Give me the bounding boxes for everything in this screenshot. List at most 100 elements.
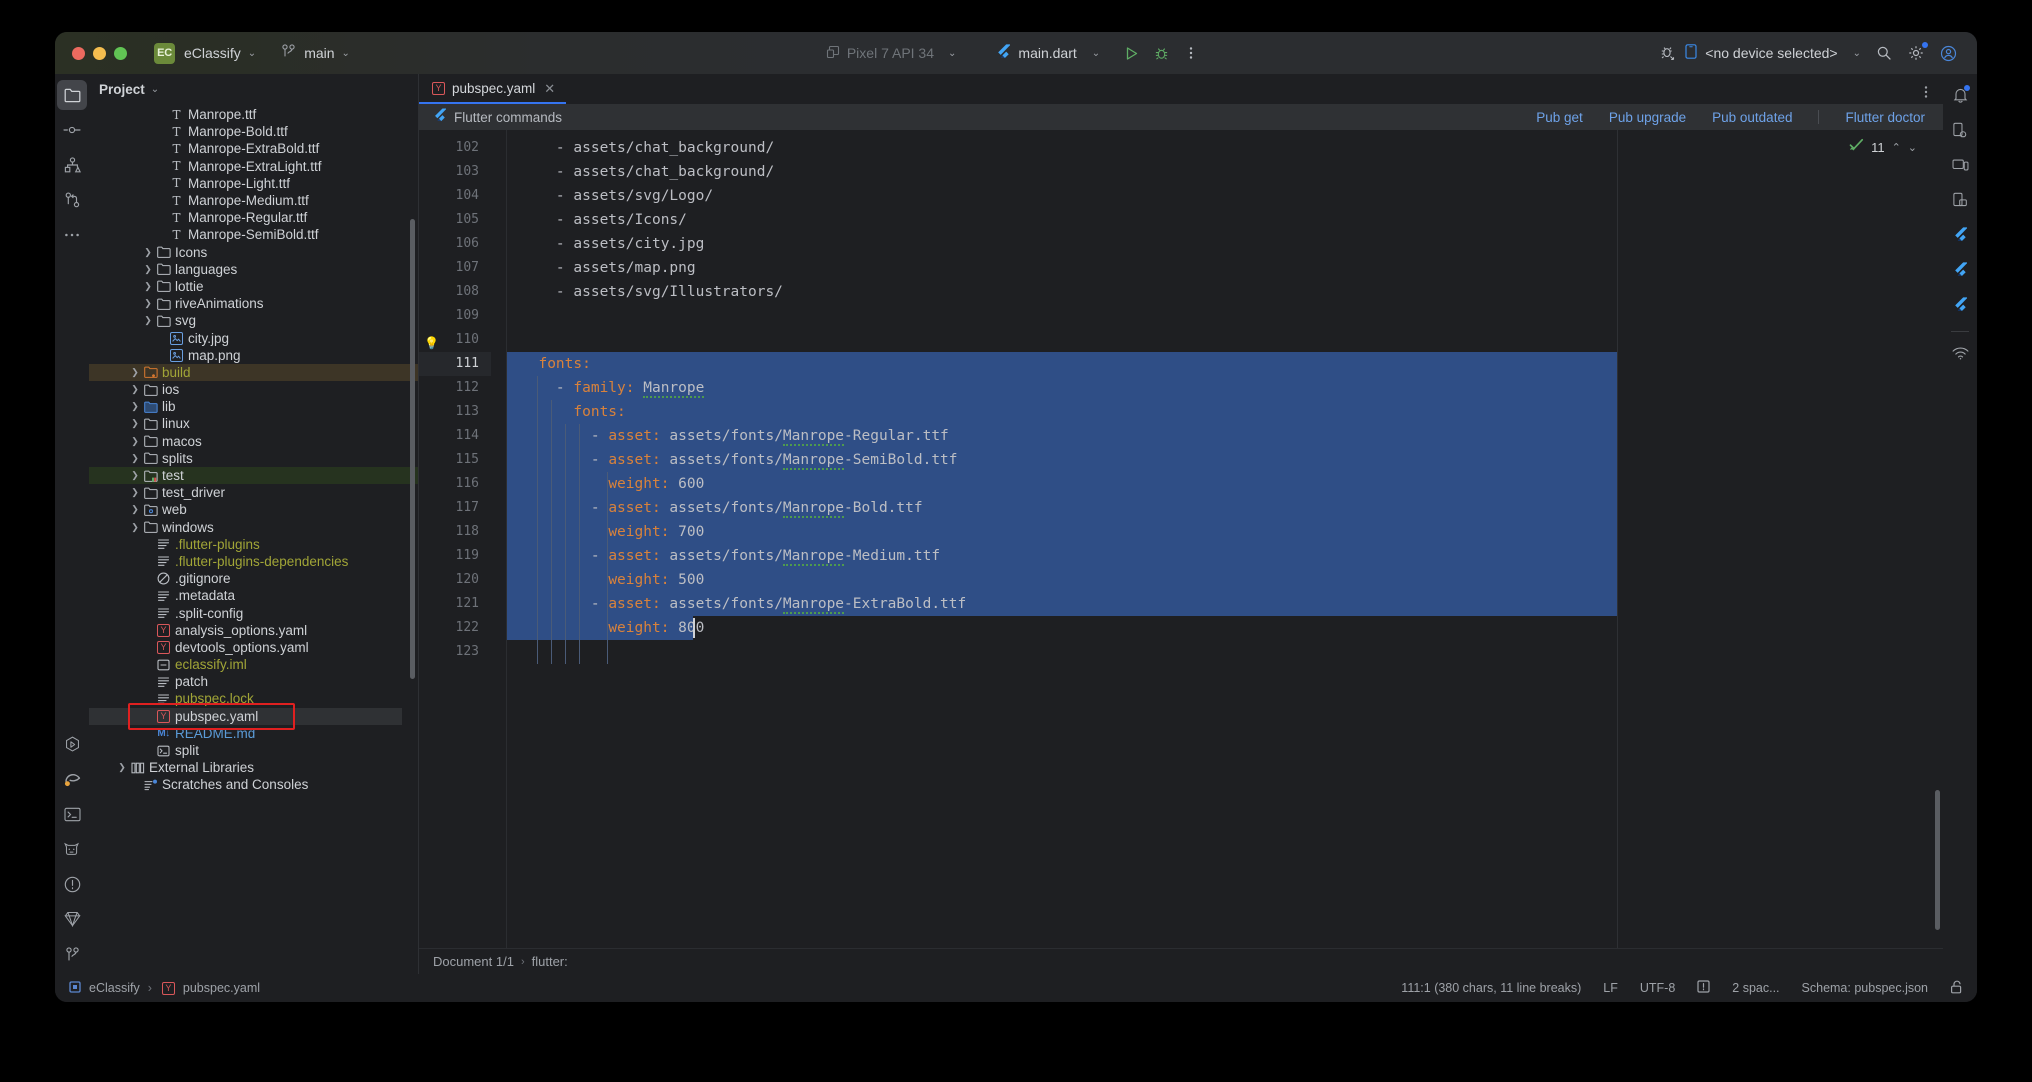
close-window-button[interactable] xyxy=(72,46,85,60)
line-number[interactable]: 119 xyxy=(419,544,491,568)
chevron-right-icon[interactable]: ❯ xyxy=(128,470,142,481)
sidebar-item-device-mirroring[interactable] xyxy=(1945,185,1975,215)
sidebar-item-pull-requests[interactable] xyxy=(57,185,87,215)
tree-item-external-libraries[interactable]: ❯ External Libraries xyxy=(89,759,418,776)
code-line[interactable]: - assets/svg/Illustrators/ xyxy=(507,280,1943,304)
code-line[interactable]: weight: 700 xyxy=(507,520,1943,544)
code-line[interactable]: - asset: assets/fonts/Manrope-Medium.ttf xyxy=(507,544,1943,568)
code-line[interactable]: - asset: assets/fonts/Manrope-SemiBold.t… xyxy=(507,448,1943,472)
code-line[interactable]: - assets/svg/Logo/ xyxy=(507,184,1943,208)
code-line[interactable]: - asset: assets/fonts/Manrope-Bold.ttf xyxy=(507,496,1943,520)
tree-item-analysis-options-yaml[interactable]: Yanalysis_options.yaml xyxy=(89,622,418,639)
chevron-up-icon[interactable]: ⌃ xyxy=(1892,141,1901,154)
editor-vertical-scrollbar[interactable] xyxy=(1935,790,1940,930)
tree-item--metadata[interactable]: .metadata xyxy=(89,587,418,604)
code-content[interactable]: - assets/chat_background/ - assets/chat_… xyxy=(507,130,1943,948)
tree-item-pubspec-yaml[interactable]: Ypubspec.yaml xyxy=(89,707,402,725)
chevron-right-icon[interactable]: ❯ xyxy=(141,315,155,326)
tree-item-manrope-ttf[interactable]: T Manrope.ttf xyxy=(89,106,418,123)
sidebar-item-flutter-inspector[interactable] xyxy=(1945,220,1975,250)
tree-item--split-config[interactable]: .split-config xyxy=(89,604,418,621)
debug-button[interactable] xyxy=(1146,38,1176,68)
chevron-right-icon[interactable]: ❯ xyxy=(128,401,142,412)
device-selector[interactable]: Pixel 7 API 34 ⌄ xyxy=(826,45,956,62)
chevron-right-icon[interactable]: ❯ xyxy=(141,264,155,275)
editor-tab-pubspec-yaml[interactable]: Y pubspec.yaml ✕ xyxy=(419,75,567,104)
tree-item-riveanimations[interactable]: ❯ riveAnimations xyxy=(89,295,418,312)
project-file-tree[interactable]: T Manrope.ttf T Manrope-Bold.ttf T Manrope-Ex… xyxy=(89,104,418,974)
tree-item-manrope-semibold-ttf[interactable]: T Manrope-SemiBold.ttf xyxy=(89,226,418,243)
tree-item-svg[interactable]: ❯ svg xyxy=(89,312,418,329)
chevron-right-icon[interactable]: ❯ xyxy=(141,281,155,292)
line-number[interactable]: 113 xyxy=(419,400,491,424)
tree-item-test[interactable]: ❯ test xyxy=(89,466,418,485)
search-icon[interactable] xyxy=(1869,38,1899,68)
tree-item--flutter-plugins[interactable]: .flutter-plugins xyxy=(89,536,418,553)
code-editor[interactable]: 102 103 104 105 106 107 108 109 110 💡 111 112 113 114… xyxy=(419,130,1943,948)
run-button[interactable] xyxy=(1116,38,1146,68)
chevron-right-icon[interactable]: ❯ xyxy=(128,453,142,464)
inspection-widget[interactable]: 11 ⌃ ⌄ xyxy=(1849,138,1917,157)
caret-position[interactable]: 111:1 (380 chars, 11 line breaks) xyxy=(1401,981,1581,995)
sidebar-item-running-devices[interactable] xyxy=(1945,150,1975,180)
project-name[interactable]: eClassify xyxy=(184,45,241,61)
line-number[interactable]: 107 xyxy=(419,256,491,280)
flutter-doctor-link[interactable]: Flutter doctor xyxy=(1845,110,1925,125)
tree-item-lottie[interactable]: ❯ lottie xyxy=(89,278,418,295)
device-target-selector[interactable]: <no device selected> ⌄ xyxy=(1685,44,1861,62)
account-icon[interactable] xyxy=(1933,38,1963,68)
tree-item--gitignore[interactable]: .gitignore xyxy=(89,570,418,587)
sidebar-item-notifications[interactable] xyxy=(1945,80,1975,110)
breadcrumb-document[interactable]: Document 1/1 xyxy=(433,954,514,969)
pub-upgrade-link[interactable]: Pub upgrade xyxy=(1609,110,1686,125)
code-line[interactable]: fonts: xyxy=(507,400,1943,424)
sidebar-item-flutter-outline[interactable] xyxy=(1945,255,1975,285)
chevron-down-icon[interactable]: ⌄ xyxy=(151,84,159,95)
line-number[interactable]: 102 xyxy=(419,136,491,160)
sidebar-item-structure[interactable] xyxy=(57,150,87,180)
chevron-right-icon[interactable]: ❯ xyxy=(128,487,142,498)
code-folding-gutter[interactable] xyxy=(491,130,507,948)
tree-item-city-jpg[interactable]: city.jpg xyxy=(89,329,418,346)
window-controls[interactable] xyxy=(72,46,127,60)
code-line[interactable] xyxy=(507,640,1943,664)
sidebar-item-project[interactable] xyxy=(57,80,87,110)
tree-item-splits[interactable]: ❯ splits xyxy=(89,450,418,467)
code-line[interactable]: - asset: assets/fonts/Manrope-Regular.tt… xyxy=(507,424,1943,448)
more-actions-button[interactable] xyxy=(1176,38,1206,68)
sidebar-item-terminal[interactable] xyxy=(57,799,87,829)
sidebar-item-app-quality-insights[interactable] xyxy=(1945,338,1975,368)
tree-item-manrope-medium-ttf[interactable]: T Manrope-Medium.ttf xyxy=(89,192,418,209)
tree-item-icons[interactable]: ❯ Icons xyxy=(89,244,418,261)
unlocked-icon[interactable] xyxy=(1950,980,1963,997)
tree-item-lib[interactable]: ❯ lib xyxy=(89,398,418,415)
tree-item-web[interactable]: ❯ web xyxy=(89,501,418,518)
line-number[interactable]: 104 xyxy=(419,184,491,208)
sidebar-item-device-manager[interactable] xyxy=(1945,115,1975,145)
tree-item-manrope-extralight-ttf[interactable]: T Manrope-ExtraLight.ttf xyxy=(89,158,418,175)
code-line[interactable]: weight: 800 xyxy=(507,616,1943,640)
code-line[interactable]: - assets/chat_background/ xyxy=(507,136,1943,160)
chevron-right-icon[interactable]: ❯ xyxy=(128,504,142,515)
tree-item-windows[interactable]: ❯ windows xyxy=(89,519,418,536)
line-separator[interactable]: LF xyxy=(1603,981,1618,995)
sidebar-item-dart-analysis[interactable] xyxy=(57,904,87,934)
breadcrumb-node[interactable]: flutter: xyxy=(532,954,568,969)
tree-item-devtools-options-yaml[interactable]: Ydevtools_options.yaml xyxy=(89,639,418,656)
tree-item-pubspec-lock[interactable]: pubspec.lock xyxy=(89,690,418,707)
code-line[interactable]: weight: 600 xyxy=(507,472,1943,496)
tree-item-split[interactable]: split xyxy=(89,742,418,759)
line-number[interactable]: 109 xyxy=(419,304,491,328)
code-line[interactable] xyxy=(507,328,1943,352)
status-breadcrumb-file[interactable]: pubspec.yaml xyxy=(183,981,260,995)
code-line[interactable]: - assets/map.png xyxy=(507,256,1943,280)
chevron-right-icon[interactable]: ❯ xyxy=(128,384,142,395)
line-number[interactable]: 111 xyxy=(419,352,491,376)
sidebar-item-more[interactable] xyxy=(57,220,87,250)
code-line[interactable]: - family: Manrope xyxy=(507,376,1943,400)
chevron-down-icon[interactable]: ⌄ xyxy=(248,48,256,59)
sidebar-item-flutter-performance[interactable] xyxy=(1945,290,1975,320)
chevron-right-icon[interactable]: ❯ xyxy=(115,762,129,773)
profile-debug-icon[interactable] xyxy=(1653,38,1683,68)
chevron-right-icon[interactable]: ❯ xyxy=(128,367,142,378)
